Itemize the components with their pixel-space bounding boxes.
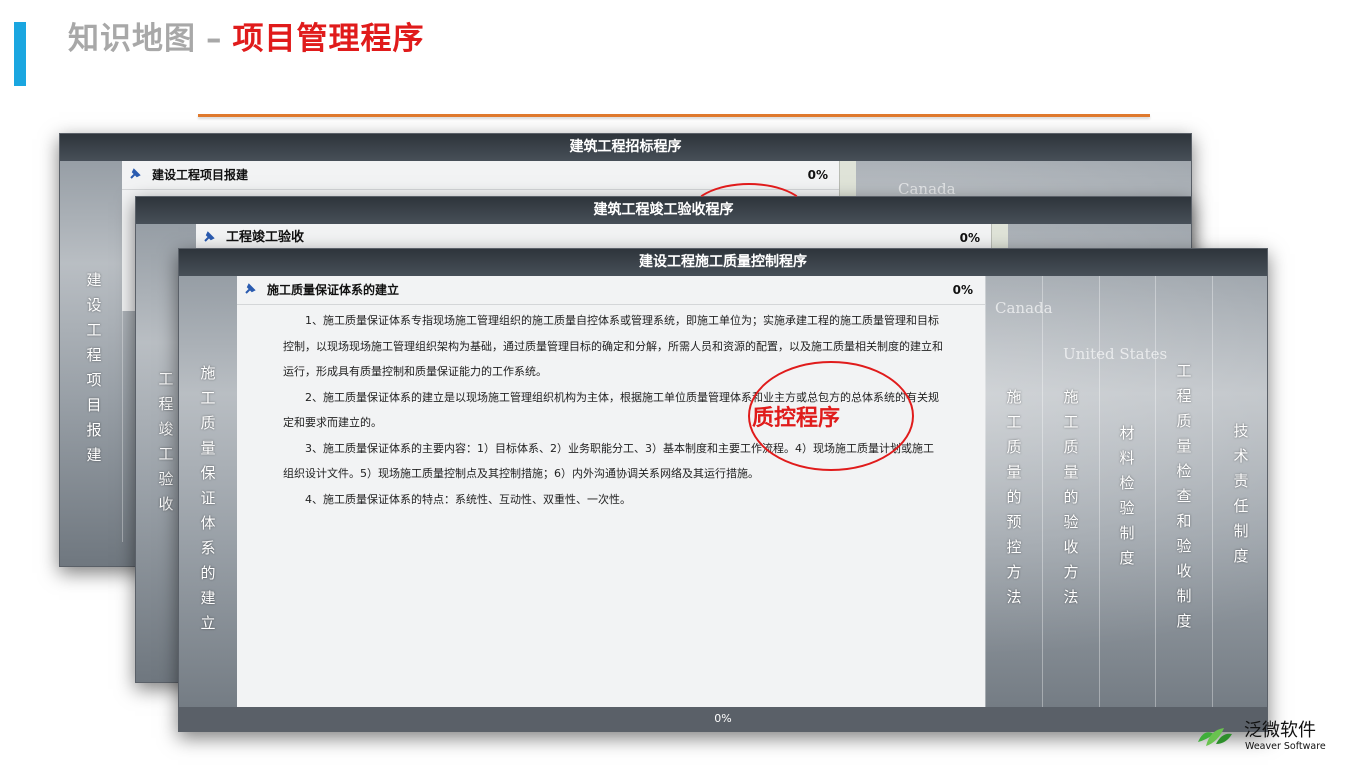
paragraph: 4、施工质量保证体系的特点：系统性、互动性、双重性、一次性。: [305, 492, 631, 506]
window-footer-progress: 0%: [179, 707, 1267, 731]
content-panel: 施工质量保证体系的建立 0% 1、施工质量保证体系专指现场施工管理组织的施工质量…: [237, 276, 985, 707]
page-title-prefix: 知识地图: [68, 21, 196, 57]
window-quality-control-procedure: 建设工程施工质量控制程序 施工质量保证体系的建立 施工质量保证体系的建立 0% …: [178, 248, 1268, 732]
item-header[interactable]: 施工质量保证体系的建立 0%: [237, 276, 985, 305]
right-column-preventive-control[interactable]: 施工质量的预控方法: [1002, 385, 1026, 610]
column-divider: [1099, 276, 1100, 707]
window-title: 建筑工程竣工验收程序: [136, 197, 1191, 224]
pin-icon: [204, 231, 215, 242]
brand-name-cn: 泛微软件: [1244, 720, 1316, 741]
item-progress: 0%: [807, 168, 828, 182]
left-column-label[interactable]: 建设工程项目报建: [82, 268, 106, 468]
item-title: 建设工程项目报建: [152, 168, 249, 182]
right-column-acceptance-method[interactable]: 施工质量的验收方法: [1059, 385, 1083, 610]
left-column-label[interactable]: 工程竣工验收: [154, 367, 178, 517]
page-title-separator: –: [206, 21, 223, 57]
annotation-text: 质控程序: [752, 406, 841, 431]
map-label-united-states: United States: [1063, 345, 1168, 363]
window-title: 建设工程施工质量控制程序: [179, 249, 1267, 276]
header-divider: [198, 114, 1150, 117]
page-title: 知识地图 – 项目管理程序: [68, 14, 425, 64]
item-title: 施工质量保证体系的建立: [267, 283, 400, 297]
item-progress: 0%: [952, 283, 973, 297]
right-column-material-inspection[interactable]: 材料检验制度: [1115, 421, 1139, 571]
page-title-main: 项目管理程序: [232, 21, 425, 57]
brand-name-en: Weaver Software: [1245, 741, 1326, 752]
column-divider: [985, 276, 986, 707]
pin-icon: [130, 168, 141, 179]
column-divider: [1212, 276, 1213, 707]
left-column-label[interactable]: 施工质量保证体系的建立: [196, 361, 220, 636]
annotation-circle-back: [688, 183, 810, 247]
window-title: 建筑工程招标程序: [60, 134, 1191, 161]
title-accent-bar: [14, 22, 26, 86]
pin-icon: [245, 283, 256, 294]
weaver-leaf-icon: [1198, 728, 1232, 746]
column-divider: [1155, 276, 1156, 707]
right-column-quality-inspection[interactable]: 工程质量检查和验收制度: [1172, 359, 1196, 634]
right-column-technical-responsibility[interactable]: 技术责任制度: [1229, 419, 1253, 569]
column-divider: [1042, 276, 1043, 707]
map-label-canada: Canada: [995, 299, 1053, 317]
